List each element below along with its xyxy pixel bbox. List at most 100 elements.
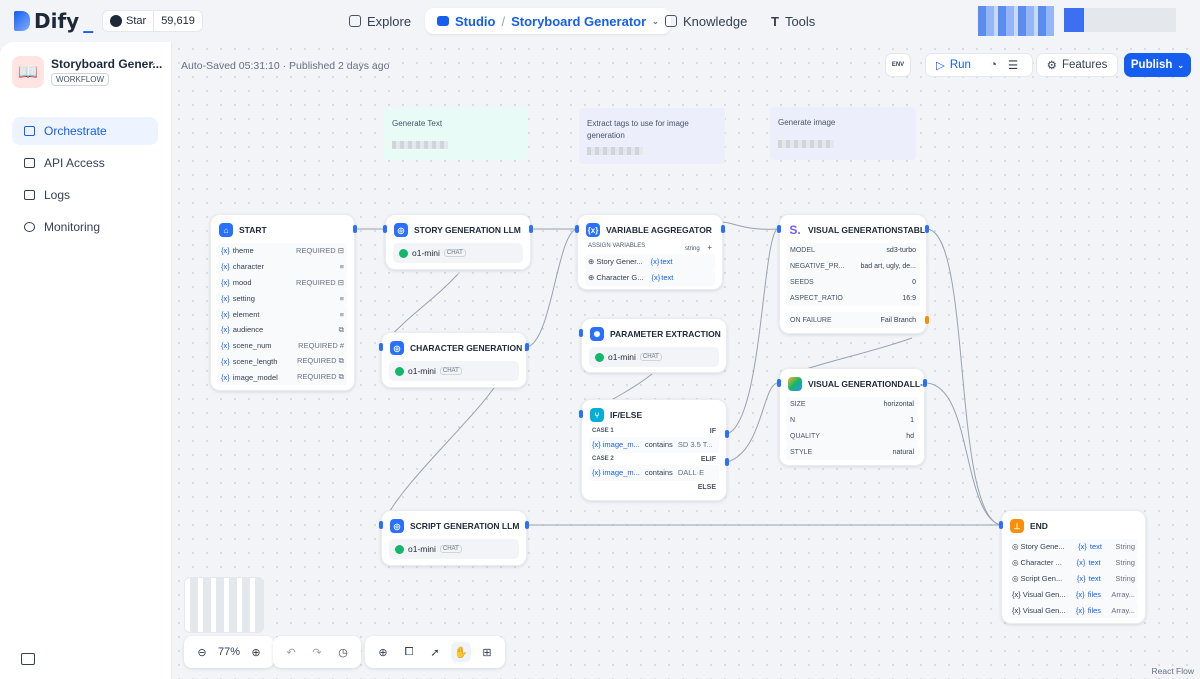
redo-icon[interactable]: ↷ <box>307 642 327 662</box>
aggregator-output-handle[interactable] <box>721 225 725 233</box>
undo-icon[interactable]: ↶ <box>281 642 301 662</box>
parameter-value: natural <box>892 448 914 456</box>
if-output-handle[interactable] <box>725 430 729 438</box>
model-name: o1-mini <box>412 248 440 258</box>
end-input-handle[interactable] <box>999 521 1003 529</box>
home-icon: ⌂ <box>219 223 233 237</box>
variable-icon: {x} <box>1075 589 1085 599</box>
character-output-handle[interactable] <box>525 343 529 351</box>
zoom-level[interactable]: 77% <box>218 646 240 658</box>
parameter-key: MODEL <box>790 247 815 255</box>
elif-output-handle[interactable] <box>725 458 729 466</box>
sd-output-handle[interactable] <box>925 225 929 233</box>
start-output-handle[interactable] <box>353 225 357 233</box>
node-parameter-extraction[interactable]: ✺ PARAMETER EXTRACTION o1-mini CHAT <box>581 318 727 373</box>
edge-character-script <box>381 381 499 526</box>
zoom-out-icon[interactable]: ⊖ <box>192 642 212 662</box>
node-character-generation-llm[interactable]: ◎ CHARACTER GENERATION L o1-mini CHAT <box>381 332 527 388</box>
collapse-sidebar-icon[interactable] <box>21 653 35 665</box>
story-output-handle[interactable] <box>529 225 533 233</box>
add-node-icon[interactable]: ⊕ <box>373 642 393 662</box>
nav-tools[interactable]: T Tools <box>771 9 815 33</box>
nav-knowledge[interactable]: Knowledge <box>665 9 747 33</box>
chevron-down-icon[interactable]: ⌄ <box>149 57 157 68</box>
start-variable-row: {x} audience ⧉ <box>218 321 347 338</box>
nav-studio-label[interactable]: Studio <box>455 14 495 29</box>
end-output-source-wrap: {x} Visual Gen... <box>1012 590 1066 599</box>
nav-explore[interactable]: Explore <box>349 9 411 33</box>
dalle-input-handle[interactable] <box>777 379 781 387</box>
node-visual-generation-stability[interactable]: S. VISUAL GENERATIONSTABL MODEL sd3-turbo N… <box>779 214 927 334</box>
chevron-down-icon[interactable]: ⌄ <box>652 17 659 26</box>
node-title: PARAMETER EXTRACTION <box>610 329 721 339</box>
end-output-source: Character ... <box>1020 558 1062 568</box>
app-breadcrumb[interactable]: Storyboard Generator <box>511 14 646 29</box>
workspace-avatar[interactable] <box>978 6 1054 36</box>
add-note-icon[interactable]: ⧠ <box>399 642 419 662</box>
sidebar-item-api-access[interactable]: API Access <box>12 149 158 177</box>
node-story-generation-llm[interactable]: ◎ STORY GENERATION LLM o1-mini CHAT <box>385 214 531 270</box>
node-start[interactable]: ⌂ START {x} theme REQUIRED ⊟ {x} character ≡ {x… <box>210 214 355 391</box>
sidebar-item-monitoring[interactable]: Monitoring <box>12 213 158 241</box>
sidebar-item-logs[interactable]: Logs <box>12 181 158 209</box>
parameter-value: 1 <box>910 417 914 425</box>
account-avatar[interactable] <box>1064 8 1176 32</box>
end-output-type: Array... <box>1111 605 1135 615</box>
sidebar-item-label: Orchestrate <box>44 124 107 138</box>
end-output-var-wrap: {x} text <box>1077 558 1101 567</box>
aggregator-input-handle[interactable] <box>575 225 579 233</box>
sidebar-item-orchestrate[interactable]: Orchestrate <box>12 117 158 145</box>
story-input-handle[interactable] <box>383 225 387 233</box>
aggregator-row: ⊕ Character G... {x} text <box>585 269 715 286</box>
app-name[interactable]: Storyboard Gener... <box>51 57 162 71</box>
model-name: o1-mini <box>408 544 436 554</box>
start-variable-row: {x} character ≡ <box>218 258 347 275</box>
app-icon: 📖 <box>12 56 44 88</box>
hand-icon[interactable]: ✋ <box>451 642 471 662</box>
node-if-else[interactable]: ⑂ IF/ELSE CASE 1 IF {x} image_m... contains S… <box>581 399 727 501</box>
node-visual-generation-dalle[interactable]: VISUAL GENERATIONDALL-E SIZE horizontal N 1… <box>779 368 925 466</box>
workflow-canvas[interactable]: Auto-Saved 05:31:10 · Published 2 days a… <box>172 42 1200 679</box>
dalle-output-handle[interactable] <box>923 379 927 387</box>
model-mode-tag: CHAT <box>639 353 662 361</box>
note-generate-text[interactable]: Generate Text <box>384 108 528 160</box>
parameter-row: SEEDS 0 <box>786 274 920 291</box>
zoom-in-icon[interactable]: ⊕ <box>246 642 266 662</box>
canvas-tools: ⊕ ⧠ ➚ ✋ ⊞ <box>365 636 505 668</box>
variable-name: image_model <box>232 372 278 382</box>
pointer-icon[interactable]: ➚ <box>425 642 445 662</box>
dify-logo[interactable]: Dify _ <box>14 9 93 33</box>
add-variable-icon[interactable]: + <box>707 243 712 252</box>
node-end[interactable]: ⊥ END ◎ Story Gene... {x} text String ◎ Charact… <box>1001 510 1146 624</box>
end-output-type: Array... <box>1111 589 1135 599</box>
dify-logo-mark <box>14 11 30 31</box>
note-blurred-content <box>392 140 448 149</box>
note-extract-tags[interactable]: Extract tags to use for image generation <box>579 108 725 164</box>
start-variable-row: {x} image_model REQUIRED ⧉ <box>218 369 347 386</box>
condition-row: {x} image_m... contains DALL·E <box>589 464 719 481</box>
minimap[interactable] <box>184 577 264 633</box>
note-generate-image[interactable]: Generate image <box>770 107 916 160</box>
end-output-var: text <box>1088 573 1101 583</box>
logo-text: Dify <box>34 9 80 33</box>
organize-icon[interactable]: ⊞ <box>477 642 497 662</box>
param-input-handle[interactable] <box>579 329 583 337</box>
node-script-generation-llm[interactable]: ◎ SCRIPT GENERATION LLM o1-mini CHAT <box>381 510 527 566</box>
model-name: o1-mini <box>608 352 636 362</box>
sd-fail-handle[interactable] <box>925 316 929 324</box>
parameter-key: N <box>790 417 796 425</box>
end-output-var: text <box>1088 558 1101 568</box>
react-flow-attribution[interactable]: React Flow <box>1151 666 1194 676</box>
script-output-handle[interactable] <box>525 521 529 529</box>
nav-studio[interactable]: Studio / Storyboard Generator ⌄ <box>425 8 671 34</box>
end-output-var: files <box>1087 589 1102 599</box>
ifelse-input-handle[interactable] <box>579 410 583 418</box>
script-input-handle[interactable] <box>379 521 383 529</box>
node-variable-aggregator[interactable]: {x} VARIABLE AGGREGATOR ASSIGN VARIABLES s… <box>577 214 723 290</box>
character-input-handle[interactable] <box>379 343 383 351</box>
version-history-icon[interactable]: ◷ <box>333 642 353 662</box>
github-star-button[interactable]: Star 59,619 <box>102 10 203 32</box>
book-icon <box>665 15 677 27</box>
sd-input-handle[interactable] <box>777 225 781 233</box>
condition-value: DALL·E <box>677 468 705 478</box>
